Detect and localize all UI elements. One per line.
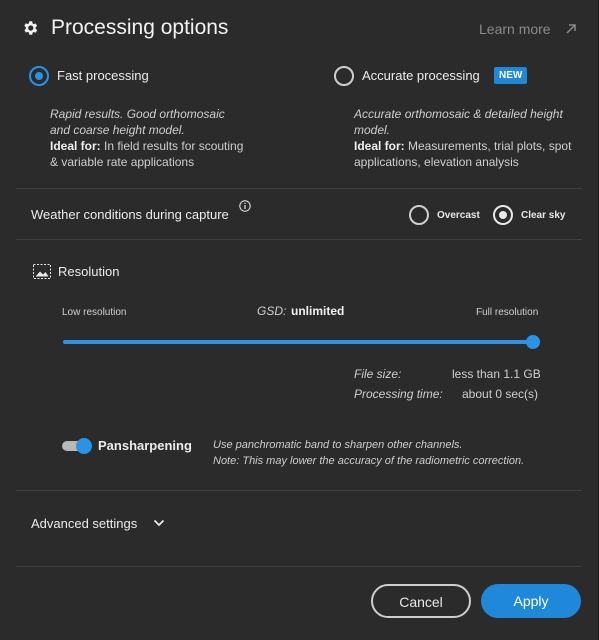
file-size-label: File size: [354, 367, 402, 381]
overcast-label[interactable]: Overcast [437, 210, 480, 221]
page-title: Processing options [51, 16, 229, 39]
pansharpening-description: Use panchromatic band to sharpen other c… [213, 437, 573, 469]
processing-time-value: about 0 sec(s) [462, 387, 539, 401]
fast-ideal-label: Ideal for: [50, 139, 101, 153]
fast-desc-line2: and coarse height model. [50, 123, 185, 137]
fast-desc-line1: Rapid results. Good orthomosaic [50, 107, 225, 121]
fast-ideal-text2: & variable rate applications [50, 155, 195, 169]
pansharpening-toggle[interactable] [62, 438, 92, 454]
resolution-label: Resolution [58, 264, 120, 279]
pan-desc-line2: Note: This may lower the accuracy of the… [213, 455, 525, 467]
chevron-down-icon[interactable] [153, 518, 165, 528]
toggle-knob [76, 438, 92, 454]
accurate-desc-line2: model. [354, 123, 391, 137]
clear-sky-label[interactable]: Clear sky [521, 210, 565, 221]
divider [16, 490, 582, 491]
weather-label: Weather conditions during capture [31, 207, 229, 222]
pansharpening-label: Pansharpening [98, 438, 192, 453]
accurate-processing-label[interactable]: Accurate processing [362, 68, 480, 83]
fast-processing-description: Rapid results. Good orthomosaic and coar… [50, 106, 260, 170]
accurate-ideal-text2: applications, elevation analysis [354, 155, 519, 169]
learn-more-link[interactable]: Learn more [479, 21, 551, 37]
fast-processing-label[interactable]: Fast processing [57, 68, 149, 83]
info-icon[interactable] [239, 200, 251, 212]
full-resolution-label: Full resolution [476, 307, 539, 318]
apply-button[interactable]: Apply [481, 584, 581, 618]
new-badge: NEW [494, 67, 528, 84]
external-link-icon[interactable] [565, 23, 577, 35]
accurate-processing-radio[interactable] [334, 66, 354, 86]
overcast-radio[interactable] [409, 205, 429, 225]
low-resolution-label: Low resolution [62, 307, 127, 318]
advanced-settings-toggle[interactable]: Advanced settings [31, 516, 137, 531]
divider [16, 188, 582, 189]
gear-icon [24, 21, 38, 35]
clear-sky-radio[interactable] [493, 205, 513, 225]
resolution-icon [33, 264, 51, 279]
divider [16, 239, 582, 240]
gsd-value: unlimited [291, 304, 345, 318]
processing-options-panel: Processing options Learn more Fast proce… [0, 0, 599, 640]
processing-time-label: Processing time: [354, 387, 443, 401]
accurate-ideal-text1: Measurements, trial plots, spot [404, 139, 572, 153]
resolution-slider-thumb[interactable] [526, 335, 540, 349]
accurate-processing-description: Accurate orthomosaic & detailed height m… [354, 106, 584, 170]
resolution-slider-track[interactable] [63, 340, 533, 344]
accurate-ideal-label: Ideal for: [354, 139, 405, 153]
fast-processing-radio[interactable] [29, 66, 49, 86]
file-size-value: less than 1.1 GB [452, 367, 541, 381]
pan-desc-line1: Use panchromatic band to sharpen other c… [213, 439, 463, 451]
panel-header: Processing options Learn more [0, 0, 599, 58]
accurate-desc-line1: Accurate orthomosaic & detailed height [354, 107, 563, 121]
fast-ideal-text1: In field results for scouting [100, 139, 244, 153]
cancel-button[interactable]: Cancel [371, 584, 471, 618]
divider [16, 566, 582, 567]
gsd-label: GSD: [257, 304, 287, 318]
